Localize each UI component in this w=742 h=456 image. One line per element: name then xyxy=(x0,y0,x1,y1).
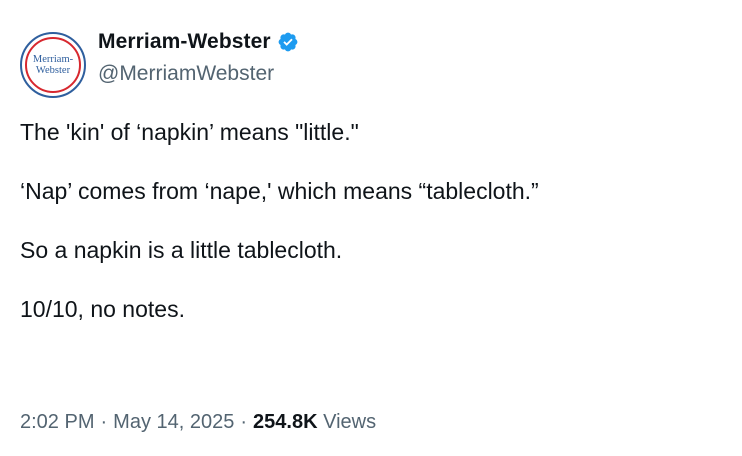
avatar-logo: Merriam- Webster xyxy=(25,37,81,93)
tweet-paragraph: The 'kin' of ‘napkin’ means "little." xyxy=(20,119,359,145)
author-display-name[interactable]: Merriam-Webster xyxy=(98,30,271,54)
meta-separator: · xyxy=(240,411,248,433)
avatar-logo-line1: Merriam- xyxy=(32,54,74,65)
tweet-meta: 2:02 PM · May 14, 2025 · 254.8K Views xyxy=(20,411,376,434)
tweet-paragraph: ‘Nap’ comes from ‘nape,' which means “ta… xyxy=(20,178,539,204)
tweet-paragraph: So a napkin is a little tablecloth. xyxy=(20,237,343,263)
views-count: 254.8K xyxy=(253,411,318,433)
author-handle[interactable]: @MerriamWebster xyxy=(98,62,274,86)
avatar[interactable]: Merriam- Webster xyxy=(20,32,86,98)
author-name-row: Merriam-Webster xyxy=(98,30,299,54)
views[interactable]: 254.8K Views xyxy=(253,411,376,434)
avatar-logo-line2: Webster xyxy=(35,65,71,76)
views-label: Views xyxy=(323,411,377,433)
tweet-card: Merriam- Webster Merriam-Webster @Merria… xyxy=(0,0,742,456)
tweet-text: The 'kin' of ‘napkin’ means "little." ‘N… xyxy=(20,118,720,354)
tweet-time[interactable]: 2:02 PM xyxy=(20,411,94,434)
tweet-date[interactable]: May 14, 2025 xyxy=(113,411,234,434)
verified-badge-icon[interactable] xyxy=(277,31,299,53)
tweet-paragraph: 10/10, no notes. xyxy=(20,296,185,322)
meta-separator: · xyxy=(100,411,108,433)
